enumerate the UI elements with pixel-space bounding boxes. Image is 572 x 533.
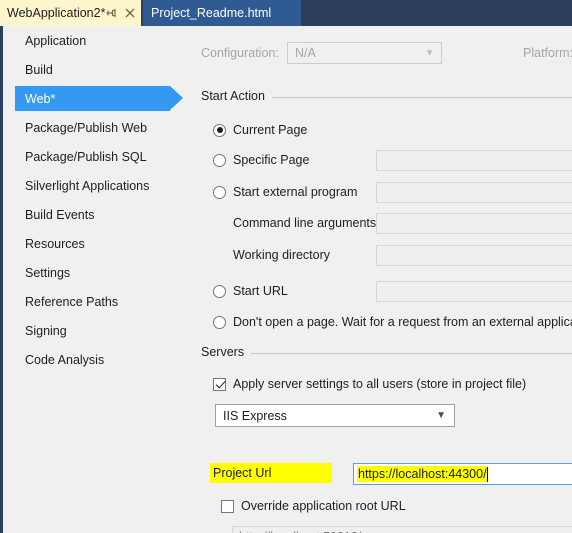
sidebar-item-package-publish-sql[interactable]: Package/Publish SQL (3, 142, 190, 171)
checkbox-apply-server-settings-indicator[interactable] (213, 377, 226, 391)
project-url-input[interactable]: https://localhost:44300/ (353, 463, 572, 485)
checkbox-apply-server-settings[interactable]: Apply server settings to all users (stor… (213, 377, 526, 391)
radio-specific-page[interactable]: Specific Page (213, 153, 309, 167)
override-root-url-input: http://localhost:59212/ (232, 526, 572, 533)
sidebar-item-reference-paths-label: Reference Paths (25, 294, 119, 309)
sidebar-item-signing-label: Signing (25, 323, 67, 338)
sidebar-item-web[interactable]: Web* (3, 84, 190, 113)
checkbox-override-root-url[interactable]: Override application root URL (221, 499, 406, 513)
configuration-label: Configuration: (201, 46, 279, 60)
sidebar-item-build[interactable]: Build (3, 55, 190, 84)
checkbox-override-root-url-label: Override application root URL (241, 499, 406, 513)
radio-dont-open-page[interactable]: Don't open a page. Wait for a request fr… (213, 315, 572, 329)
tab-project-readme-label: Project_Readme.html (151, 6, 272, 20)
sidebar-item-application[interactable]: Application (3, 26, 190, 55)
tab-webapplication2-label: WebApplication2* (7, 6, 106, 20)
sidebar-item-resources-label: Resources (25, 236, 85, 251)
sidebar-item-signing[interactable]: Signing (3, 316, 190, 345)
radio-start-url-indicator[interactable] (213, 284, 226, 298)
radio-specific-page-indicator[interactable] (213, 153, 226, 167)
configuration-select: N/A ▼ (287, 42, 442, 64)
text-caret (486, 466, 488, 482)
radio-start-url[interactable]: Start URL (213, 284, 288, 298)
command-line-arguments-input (376, 213, 572, 234)
sidebar-item-web-label: Web* (25, 91, 56, 106)
chevron-down-icon: ▼ (436, 409, 446, 421)
configuration-select-value: N/A (295, 46, 316, 60)
server-select-value: IIS Express (223, 408, 287, 423)
sidebar-item-silverlight-applications[interactable]: Silverlight Applications (3, 171, 190, 200)
specific-page-input (376, 150, 572, 171)
tab-strip: WebApplication2* Project_Readme.html (0, 0, 572, 26)
sidebar-item-reference-paths[interactable]: Reference Paths (3, 287, 190, 316)
working-directory-label: Working directory (233, 248, 331, 262)
checkbox-override-root-url-indicator[interactable] (221, 499, 234, 513)
radio-start-external-program-indicator[interactable] (213, 185, 226, 199)
radio-start-url-label: Start URL (233, 284, 288, 298)
servers-rule (201, 353, 572, 354)
sidebar-item-settings-label: Settings (25, 265, 71, 280)
command-line-arguments-label: Command line arguments (233, 216, 377, 230)
sidebar-item-package-publish-web[interactable]: Package/Publish Web (3, 113, 190, 142)
radio-current-page-label: Current Page (233, 123, 308, 137)
project-url-label: Project Url (213, 466, 272, 480)
close-icon[interactable] (124, 7, 136, 19)
start-action-title: Start Action (201, 89, 272, 103)
radio-current-page-indicator[interactable] (213, 123, 226, 137)
working-directory-input (376, 245, 572, 266)
start-url-input (376, 281, 572, 302)
platform-label: Platform: (523, 46, 572, 60)
override-root-url-value: http://localhost:59212/ (239, 530, 361, 533)
sidebar-item-build-label: Build (25, 62, 53, 77)
radio-dont-open-page-label: Don't open a page. Wait for a request fr… (233, 315, 572, 329)
radio-dont-open-page-indicator[interactable] (213, 315, 226, 329)
radio-start-external-program[interactable]: Start external program (213, 185, 357, 199)
sidebar-item-build-events-label: Build Events (25, 207, 95, 222)
tab-webapplication2[interactable]: WebApplication2* (0, 0, 141, 26)
sidebar-item-resources[interactable]: Resources (3, 229, 190, 258)
servers-title: Servers (201, 345, 252, 359)
configuration-row: Configuration: N/A ▼ Platform: N/A (190, 41, 572, 67)
radio-specific-page-label: Specific Page (233, 153, 310, 167)
sidebar-item-package-publish-web-label: Package/Publish Web (25, 120, 148, 135)
visual-studio-project-properties-window: WebApplication2* Project_Readme.html App… (0, 0, 572, 533)
sidebar-item-build-events[interactable]: Build Events (3, 200, 190, 229)
sidebar-item-code-analysis-label: Code Analysis (25, 352, 105, 367)
server-select[interactable]: IIS Express ▼ (215, 404, 455, 427)
project-url-input-value: https://localhost:44300/ (357, 466, 487, 482)
tab-icon-group (105, 7, 136, 19)
sidebar-item-settings[interactable]: Settings (3, 258, 190, 287)
pin-icon[interactable] (105, 7, 117, 19)
properties-category-list: Application Build Web* Package/Publish W… (0, 26, 190, 533)
sidebar-item-silverlight-applications-label: Silverlight Applications (25, 178, 150, 193)
radio-start-external-program-label: Start external program (233, 185, 358, 199)
sidebar-item-package-publish-sql-label: Package/Publish SQL (25, 149, 147, 164)
sidebar-selection-arrow-icon (170, 86, 183, 110)
sidebar-item-application-label: Application (25, 33, 87, 48)
checkbox-apply-server-settings-label: Apply server settings to all users (stor… (233, 377, 527, 391)
web-settings-pane: Configuration: N/A ▼ Platform: N/A Start… (190, 26, 572, 533)
sidebar-item-code-analysis[interactable]: Code Analysis (3, 345, 190, 374)
tab-project-readme[interactable]: Project_Readme.html (143, 0, 301, 26)
chevron-down-icon: ▼ (425, 47, 434, 58)
radio-current-page[interactable]: Current Page (213, 123, 307, 137)
external-program-input (376, 182, 572, 203)
